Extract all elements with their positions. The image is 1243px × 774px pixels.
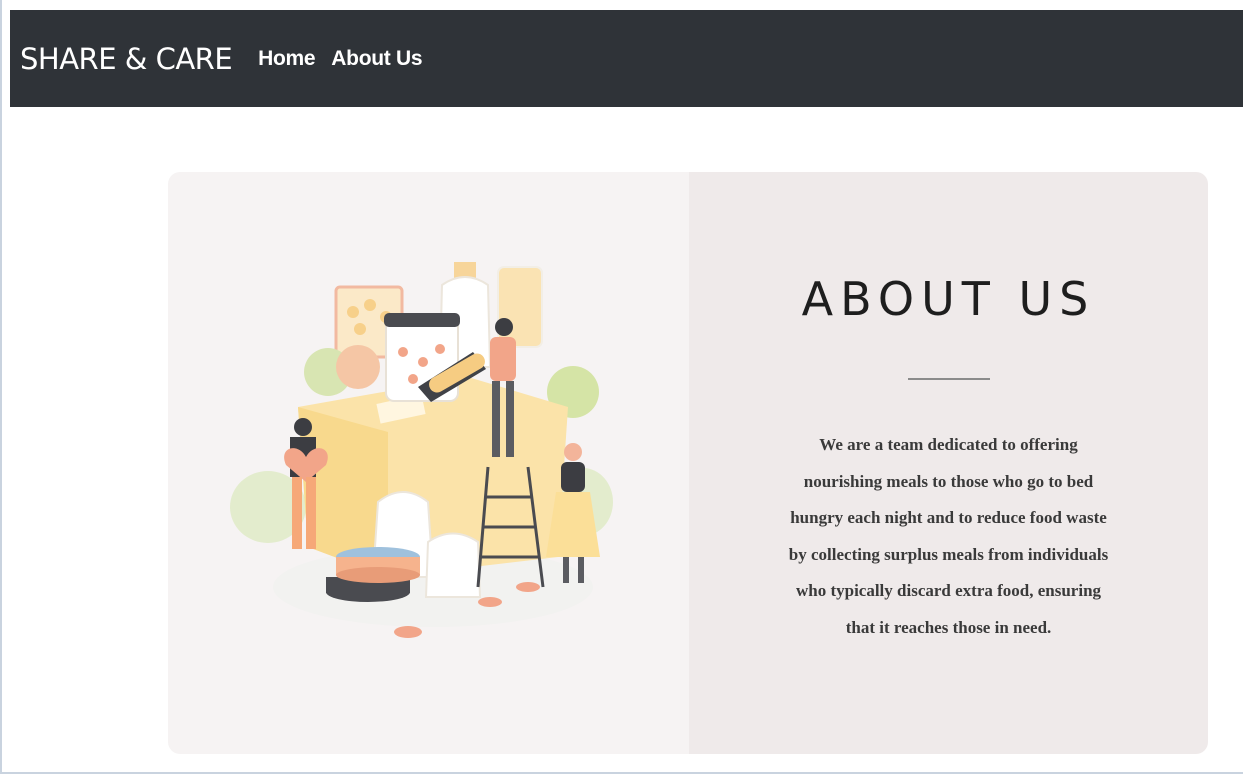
illustration-panel	[168, 172, 689, 754]
about-heading: ABOUT US	[801, 272, 1096, 326]
nav-link-about-us[interactable]: About Us	[331, 47, 422, 71]
food-donation-illustration-icon	[230, 262, 613, 638]
heading-divider	[907, 378, 990, 380]
nav-link-home[interactable]: Home	[258, 47, 315, 71]
navbar: SHARE & CARE Home About Us	[10, 10, 1243, 107]
about-description: We are a team dedicated to offering nour…	[788, 435, 1109, 637]
about-card: ABOUT US We are a team dedicated to offe…	[168, 172, 1208, 754]
brand-logo[interactable]: SHARE & CARE	[20, 42, 233, 76]
page: SHARE & CARE Home About Us ABOUT US We a…	[0, 0, 1243, 774]
about-text-panel: ABOUT US We are a team dedicated to offe…	[689, 172, 1208, 754]
